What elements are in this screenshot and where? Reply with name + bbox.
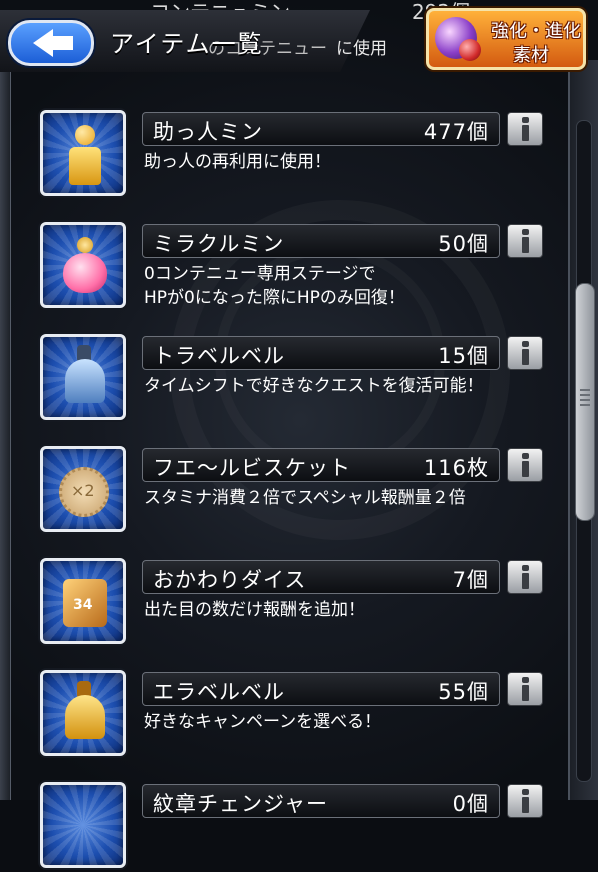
- list-item[interactable]: ミラクルミン 50個 0コンテニュー専用ステージで HPが0になった際にHPのみ…: [38, 222, 548, 312]
- list-item[interactable]: 助っ人ミン 477個 助っ人の再利用に使用！: [38, 110, 548, 200]
- info-icon: [520, 789, 530, 813]
- item-description-line: タイムシフトで好きなクエストを復活可能！: [144, 376, 484, 396]
- info-icon: [520, 341, 530, 365]
- page-title: アイテム一覧: [110, 30, 264, 58]
- item-description-line: 好きなキャンペーンを選べる！: [144, 712, 382, 732]
- item-count: 0個: [452, 792, 489, 816]
- item-count: 15個: [438, 344, 489, 368]
- list-item[interactable]: 紋章チェンジャー 0個: [38, 782, 548, 872]
- heart-potion-icon: [40, 222, 126, 308]
- info-icon: [520, 565, 530, 589]
- scrollbar-grip-icon: [580, 389, 590, 409]
- item-name-bar: トラベルベル 15個: [142, 336, 500, 370]
- info-icon: [520, 229, 530, 253]
- item-description: スタミナ消費２倍でスペシャル報酬量２倍: [144, 486, 466, 510]
- item-count: 50個: [438, 232, 489, 256]
- back-arrow-icon: [33, 29, 53, 57]
- item-name: おかわりダイス: [153, 568, 307, 592]
- info-button[interactable]: [507, 448, 543, 482]
- list-item[interactable]: エラベルベル 55個 好きなキャンペーンを選べる！: [38, 670, 548, 760]
- info-icon: [520, 677, 530, 701]
- back-button[interactable]: [8, 20, 94, 66]
- info-button[interactable]: [507, 224, 543, 258]
- gold-bell-icon: [40, 670, 126, 756]
- item-count: 7個: [452, 568, 489, 592]
- info-button[interactable]: [507, 784, 543, 818]
- item-name-bar: ミラクルミン 50個: [142, 224, 500, 258]
- list-item[interactable]: 34 おかわりダイス 7個 出た目の数だけ報酬を追加！: [38, 558, 548, 648]
- item-name: ミラクルミン: [153, 232, 285, 256]
- left-frame: [0, 60, 11, 800]
- item-description-line: 出た目の数だけ報酬を追加！: [144, 600, 365, 620]
- helper-doll-icon: [40, 110, 126, 196]
- info-icon: [520, 453, 530, 477]
- item-name-bar: 助っ人ミン 477個: [142, 112, 500, 146]
- item-description: 助っ人の再利用に使用！: [144, 150, 331, 174]
- crest-changer-icon: [40, 782, 126, 868]
- back-arrow-shaft: [51, 36, 73, 50]
- item-name-bar: おかわりダイス 7個: [142, 560, 500, 594]
- item-name-bar: エラベルベル 55個: [142, 672, 500, 706]
- item-description: 出た目の数だけ報酬を追加！: [144, 598, 365, 622]
- list-item[interactable]: ×2 フエ〜ルビスケット 116枚 スタミナ消費２倍でスペシャル報酬量２倍: [38, 446, 548, 536]
- item-name: 助っ人ミン: [153, 120, 263, 144]
- evolution-button-sublabel: 素材: [513, 45, 549, 66]
- red-orb-icon: [459, 39, 481, 61]
- item-description: タイムシフトで好きなクエストを復活可能！: [144, 374, 484, 398]
- item-name: フエ〜ルビスケット: [153, 456, 351, 480]
- list-item[interactable]: トラベルベル 15個 タイムシフトで好きなクエストを復活可能！: [38, 334, 548, 424]
- evolution-button-label: 強化・進化: [491, 21, 581, 42]
- item-description-line: スタミナ消費２倍でスペシャル報酬量２倍: [144, 488, 466, 508]
- item-description-line: HPが0になった際にHPのみ回復！: [144, 288, 405, 308]
- item-count: 116枚: [423, 456, 489, 480]
- biscuit-icon: ×2: [40, 446, 126, 532]
- item-count: 55個: [438, 680, 489, 704]
- info-button[interactable]: [507, 336, 543, 370]
- travel-bell-icon: [40, 334, 126, 420]
- info-button[interactable]: [507, 560, 543, 594]
- item-name: トラベルベル: [153, 344, 285, 368]
- item-name-bar: 紋章チェンジャー 0個: [142, 784, 500, 818]
- dice-icon: 34: [40, 558, 126, 644]
- item-description-line: 助っ人の再利用に使用！: [144, 152, 331, 172]
- item-name: 紋章チェンジャー: [153, 792, 328, 816]
- item-name: エラベルベル: [153, 680, 285, 704]
- item-count: 477個: [423, 120, 489, 144]
- item-description: 0コンテニュー専用ステージで HPが0になった際にHPのみ回復！: [144, 262, 405, 310]
- scrollbar-thumb[interactable]: [575, 283, 595, 521]
- info-icon: [520, 117, 530, 141]
- evolution-materials-button[interactable]: 強化・進化 素材: [426, 8, 586, 70]
- item-description-line: 0コンテニュー専用ステージで: [144, 264, 376, 284]
- info-button[interactable]: [507, 112, 543, 146]
- item-description: 好きなキャンペーンを選べる！: [144, 710, 381, 734]
- header: コンテニュミン 292個 のコンテニュー に使用 アイテム一覧 強化・進化 素材: [0, 0, 598, 78]
- info-button[interactable]: [507, 672, 543, 706]
- item-name-bar: フエ〜ルビスケット 116枚: [142, 448, 500, 482]
- partial-item-description-suffix: に使用: [336, 39, 387, 59]
